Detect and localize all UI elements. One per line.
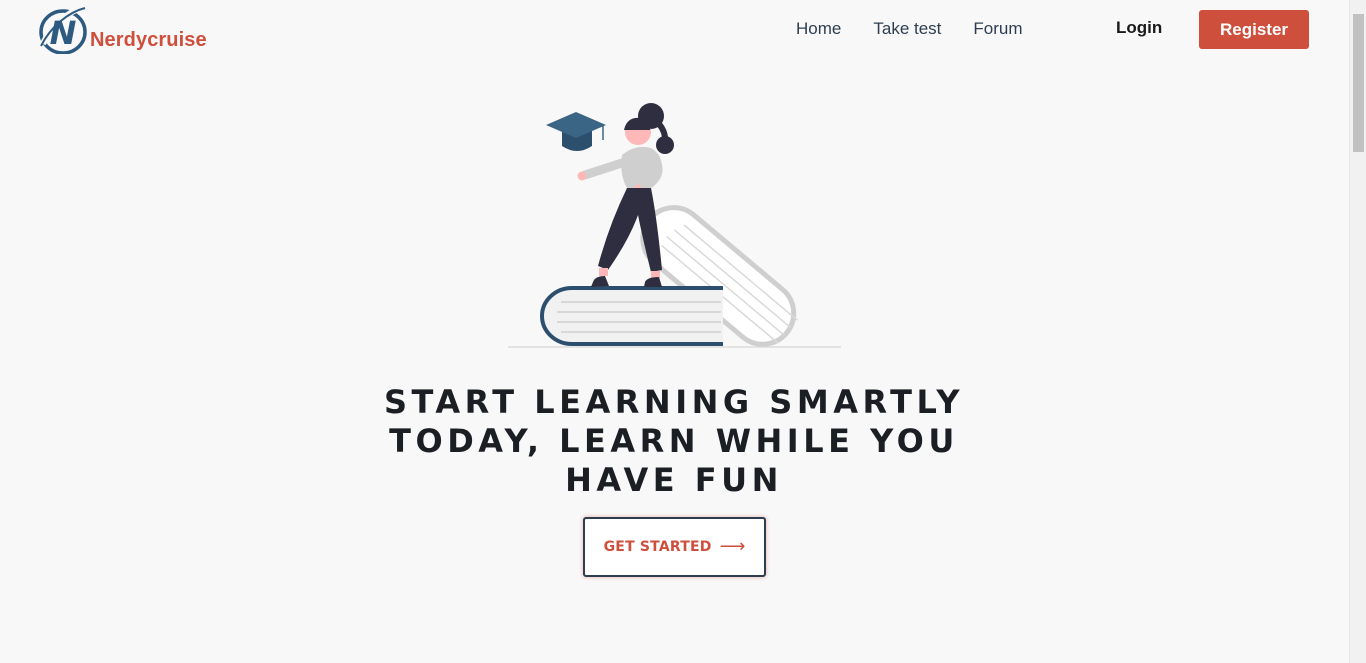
brand-logo-link[interactable]: N Nerdycruise	[39, 4, 207, 54]
page-scrollbar[interactable]	[1349, 0, 1366, 663]
get-started-button[interactable]: GET STARTED ⟶	[583, 517, 766, 577]
flat-book	[540, 286, 723, 346]
hero-illustration	[508, 103, 841, 348]
nav-link-forum[interactable]: Forum	[957, 0, 1038, 58]
landing-page: N Nerdycruise Home Take test Forum Login…	[0, 0, 1349, 663]
register-button[interactable]: Register	[1199, 10, 1309, 49]
nav-link-home[interactable]: Home	[780, 0, 857, 58]
arrow-right-icon: ⟶	[719, 536, 746, 557]
login-link[interactable]: Login	[1104, 0, 1174, 56]
main-nav: Home Take test Forum	[780, 0, 1039, 58]
brand-logo-letter: N	[50, 14, 77, 52]
get-started-label: GET STARTED	[603, 539, 712, 555]
brand-name: Nerdycruise	[90, 29, 207, 51]
site-header: N Nerdycruise Home Take test Forum Login…	[0, 0, 1349, 62]
scrollbar-thumb[interactable]	[1353, 14, 1364, 152]
hero-headline: START LEARNING SMARTLY TODAY, LEARN WHIL…	[383, 383, 965, 499]
nav-link-take-test[interactable]: Take test	[857, 0, 957, 58]
graduation-cap-icon	[546, 112, 606, 151]
brand-logo-icon: N	[39, 4, 87, 54]
